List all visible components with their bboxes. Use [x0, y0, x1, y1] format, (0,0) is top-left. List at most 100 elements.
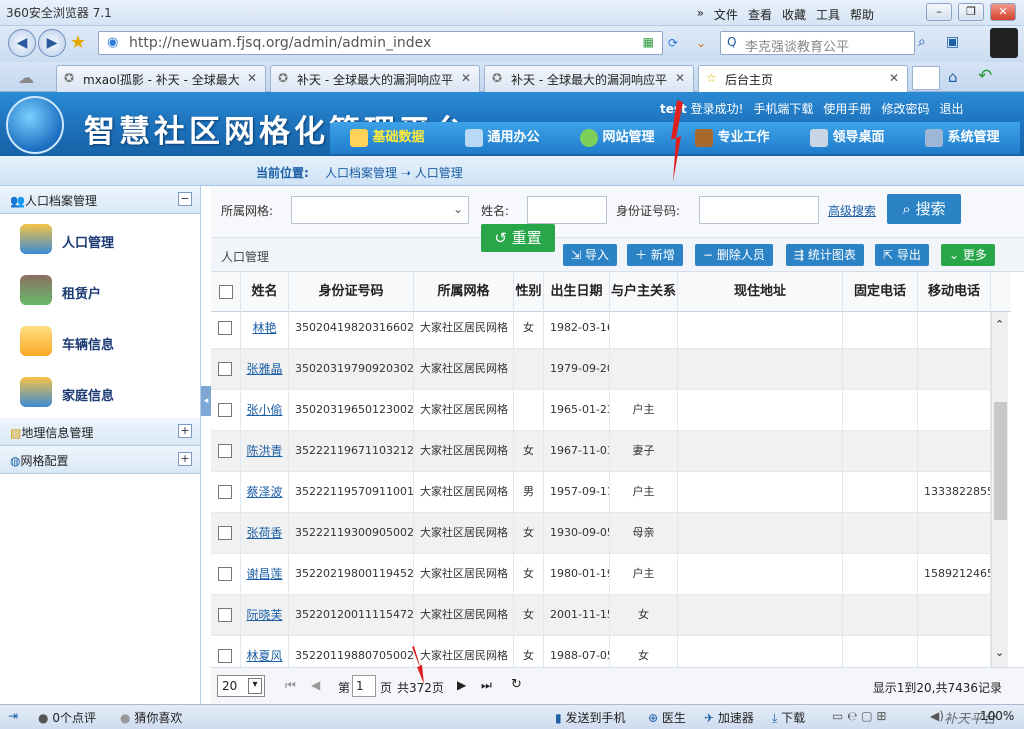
menu-favorites[interactable]: 收藏	[782, 6, 806, 23]
expand-icon[interactable]: +	[178, 424, 192, 438]
scroll-down-icon[interactable]: ⌄	[995, 646, 1004, 659]
maximize-button[interactable]: ❐	[958, 3, 984, 21]
qr-icon[interactable]: ▦	[643, 35, 654, 49]
nav-website[interactable]: 网站管理	[560, 122, 675, 154]
close-window-button[interactable]: ✕	[990, 3, 1016, 21]
tab-4[interactable]: ☆ 后台主页 ✕	[698, 65, 908, 92]
checkbox[interactable]	[218, 608, 232, 622]
guess-you-like[interactable]: 猜你喜欢	[134, 711, 182, 725]
import-button[interactable]: ⇲ 导入	[563, 244, 617, 266]
next-page-icon[interactable]: ▶	[457, 678, 466, 692]
cell-name[interactable]: 蔡泽波	[241, 472, 289, 512]
nav-leader-desktop[interactable]: 领导桌面	[790, 122, 905, 154]
table-row[interactable]: 蔡泽波 352221195709110010 大家社区居民网格男 1957-09-11…	[211, 472, 991, 513]
apps-icon[interactable]: ▣	[946, 34, 959, 50]
scroll-up-icon[interactable]: ⌃	[995, 318, 1004, 331]
grid-select[interactable]: ⌄	[291, 196, 469, 224]
refresh-icon[interactable]: ↻	[511, 677, 522, 692]
toolbar-icons[interactable]: ▭ ℮ ▢ ⊞	[832, 709, 886, 723]
refresh-icon[interactable]: ⟳	[668, 36, 678, 50]
checkbox[interactable]	[218, 526, 232, 540]
sidebar-item-family[interactable]: 家庭信息	[0, 367, 200, 418]
close-tab-icon[interactable]: ✕	[461, 71, 471, 85]
minimize-button[interactable]: –	[926, 3, 952, 21]
sidebar-section-grid[interactable]: ◍网格配置 +	[0, 446, 200, 474]
table-row[interactable]: 林艳 350204198203166020 大家社区居民网格女 1982-03-16	[211, 312, 991, 349]
checkbox[interactable]	[218, 284, 233, 299]
checkbox[interactable]	[218, 649, 232, 663]
tab-3[interactable]: ✪ 补天 - 全球最大的漏洞响应平 ✕	[484, 65, 694, 92]
search-input[interactable]: Q 李克强谈教育公平	[720, 31, 915, 55]
table-row[interactable]: 谢昌莲 352202198001194524 大家社区居民网格女 1980-01-19…	[211, 554, 991, 595]
nav-professional[interactable]: 专业工作	[675, 122, 790, 154]
nav-basic-data[interactable]: 基础数据	[330, 122, 445, 154]
col-birth[interactable]: 出生日期	[544, 272, 610, 312]
cell-name[interactable]: 阮晓芙	[241, 595, 289, 635]
home-icon[interactable]: ⌂	[948, 68, 958, 86]
col-address[interactable]: 现住地址	[678, 272, 843, 312]
tab-2[interactable]: ✪ 补天 - 全球最大的漏洞响应平 ✕	[270, 65, 480, 92]
menu-help[interactable]: 帮助	[850, 6, 874, 23]
cell-name[interactable]: 林艳	[241, 312, 289, 348]
sidebar-section-geo[interactable]: ▧地理信息管理 +	[0, 418, 200, 446]
sidebar-item-vehicles[interactable]: 车辆信息	[0, 316, 200, 367]
sidebar-item-population[interactable]: 人口管理	[0, 214, 200, 265]
favorite-star-icon[interactable]: ★	[70, 32, 86, 53]
export-button[interactable]: ⇱ 导出	[875, 244, 929, 266]
table-row[interactable]: 张小偷 350203196501230022 大家社区居民网格 1965-01-23 户…	[211, 390, 991, 431]
table-row[interactable]: 陈洪青 352221196711032124 大家社区居民网格女 1967-11-03…	[211, 431, 991, 472]
checkbox[interactable]	[218, 321, 232, 335]
page-input[interactable]: 1	[352, 675, 376, 697]
cell-name[interactable]: 陈洪青	[241, 431, 289, 471]
breadcrumb-item[interactable]: 人口管理	[415, 166, 463, 180]
table-row[interactable]: 张雅晶 350203197909203020 大家社区居民网格 1979-09-20	[211, 349, 991, 390]
collapse-icon[interactable]: −	[178, 192, 192, 206]
checkbox[interactable]	[218, 485, 232, 499]
nav-system[interactable]: 系统管理	[905, 122, 1020, 154]
sidebar-toggle-icon[interactable]: ⇥	[8, 709, 18, 723]
close-tab-icon[interactable]: ✕	[247, 71, 257, 85]
cell-name[interactable]: 张雅晶	[241, 349, 289, 389]
first-page-icon[interactable]: ⏮	[285, 678, 296, 693]
breadcrumb-item[interactable]: 人口档案管理	[325, 166, 397, 180]
back-icon[interactable]: ◀	[8, 29, 36, 57]
delete-button[interactable]: − 删除人员	[695, 244, 773, 266]
cell-name[interactable]: 林夏风	[241, 636, 289, 667]
sidebar-toggle[interactable]: ◂	[201, 386, 211, 416]
sidebar-section-population[interactable]: 👥人口档案管理 −	[0, 186, 200, 214]
cell-name[interactable]: 张荷香	[241, 513, 289, 553]
menu-view[interactable]: 查看	[748, 6, 772, 23]
expand-icon[interactable]: +	[178, 452, 192, 466]
logout-link[interactable]: 退出	[939, 100, 963, 120]
change-password-link[interactable]: 修改密码	[881, 100, 929, 120]
col-grid[interactable]: 所属网格	[414, 272, 514, 312]
cloud-icon[interactable]: ☁	[18, 68, 34, 87]
speaker-icon[interactable]: ◀)	[930, 709, 944, 723]
add-button[interactable]: ＋ 新增	[627, 244, 683, 266]
checkbox[interactable]	[218, 403, 232, 417]
more-button[interactable]: ⌄ 更多	[941, 244, 995, 266]
search-engine-icon[interactable]: Q	[727, 35, 736, 49]
checkbox[interactable]	[218, 444, 232, 458]
sidebar-item-tenants[interactable]: 租赁户	[0, 265, 200, 316]
nav-office[interactable]: 通用办公	[445, 122, 560, 154]
undo-icon[interactable]: ↶	[978, 66, 992, 86]
col-name[interactable]: 姓名	[241, 272, 289, 312]
search-button[interactable]: ⌕ 搜索	[887, 194, 961, 224]
accelerator-button[interactable]: ✈ 加速器	[704, 709, 754, 726]
col-mobile[interactable]: 移动电话	[918, 272, 991, 312]
menu-file[interactable]: 文件	[714, 6, 738, 23]
name-input[interactable]	[527, 196, 607, 224]
table-row[interactable]: 张荷香 35222119300905002X 大家社区居民网格女 1930-09-05…	[211, 513, 991, 554]
reset-button[interactable]: ↺ 重置	[481, 224, 555, 252]
download-button[interactable]: ⤓ 下载	[772, 709, 805, 726]
page-size-select[interactable]: 20 ▾	[217, 675, 265, 697]
advanced-search-link[interactable]: 高级搜索	[828, 202, 876, 219]
new-tab-button[interactable]	[912, 66, 940, 90]
col-gender[interactable]: 性别	[514, 272, 544, 312]
col-phone[interactable]: 固定电话	[843, 272, 918, 312]
send-to-phone[interactable]: ▮ 发送到手机	[555, 709, 625, 726]
close-tab-icon[interactable]: ✕	[675, 71, 685, 85]
col-relation[interactable]: 与户主关系	[610, 272, 678, 312]
tab-1[interactable]: ✪ mxaol孤影 - 补天 - 全球最大 ✕	[56, 65, 266, 92]
